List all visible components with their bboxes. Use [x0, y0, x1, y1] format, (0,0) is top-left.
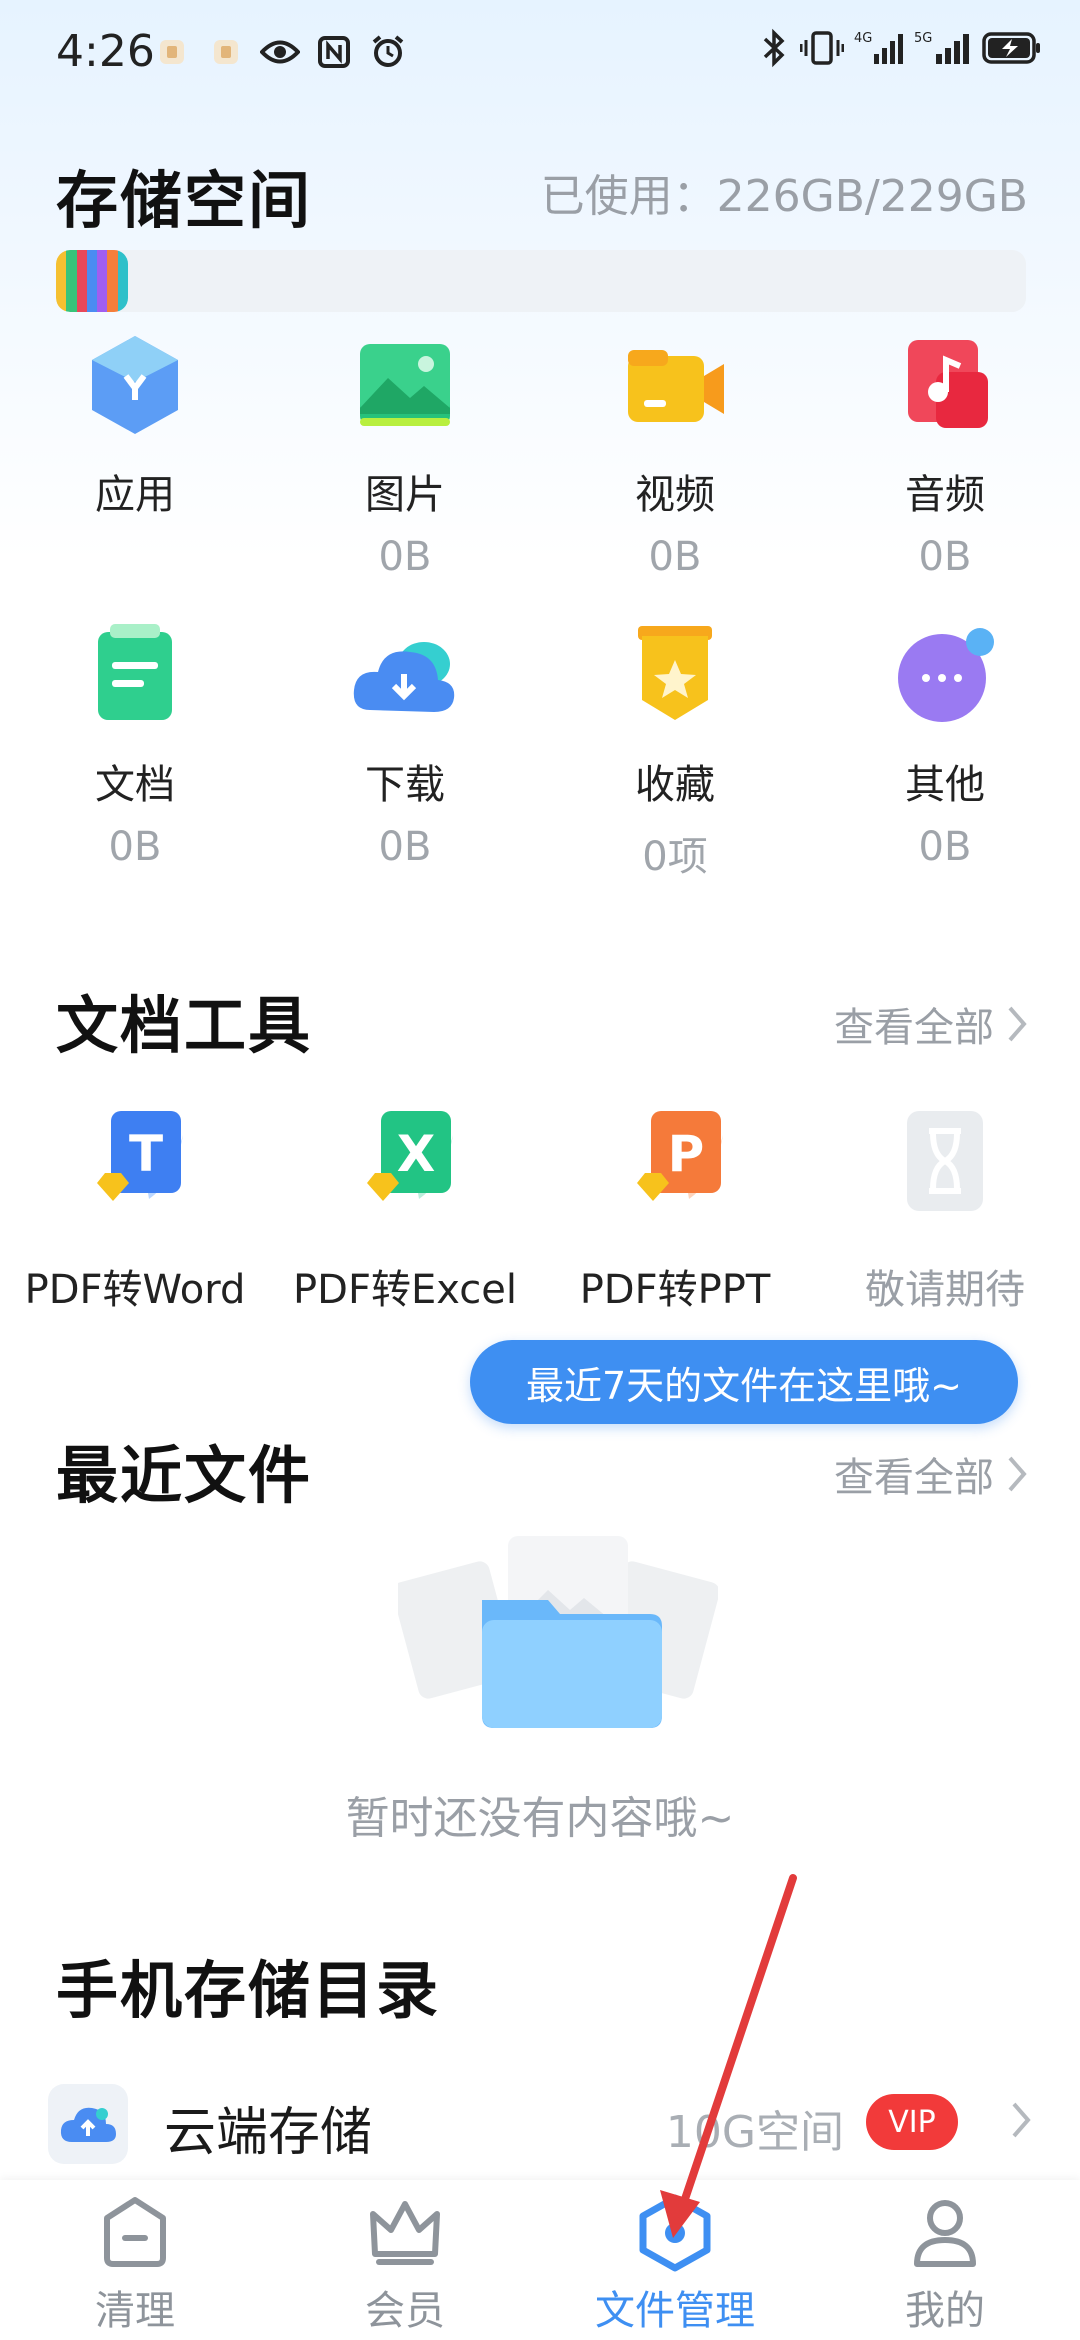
clean-icon — [95, 2192, 175, 2272]
category-images[interactable]: 图片 0B — [270, 330, 540, 582]
apps-icon — [80, 330, 190, 440]
bottom-nav: 清理 会员 文件管理 我的 — [0, 2180, 1080, 2340]
cloud-space-text: 10G空间 — [665, 2107, 844, 2158]
bluetooth-icon — [760, 28, 790, 72]
vibrate-icon — [799, 28, 845, 72]
audio-icon — [890, 330, 1000, 440]
category-audio[interactable]: 音频 0B — [810, 330, 1080, 582]
signal-4g-icon: 4G — [854, 28, 904, 72]
tool-pdf-to-excel[interactable]: X PDF转Excel — [270, 1105, 540, 1315]
tool-pdf-to-ppt[interactable]: P PDF转PPT — [540, 1105, 810, 1315]
category-other[interactable]: 其他 0B — [810, 620, 1080, 872]
tool-pdf-to-word[interactable]: T PDF转Word — [0, 1105, 270, 1315]
chevron-right-icon — [1012, 2102, 1031, 2138]
battery-charging-icon — [982, 28, 1042, 72]
recent-files-title: 最近文件 — [56, 1439, 313, 1512]
svg-text:X: X — [397, 1125, 436, 1183]
category-downloads[interactable]: 下载 0B — [270, 620, 540, 872]
excel-icon: X — [345, 1105, 465, 1225]
file-manager-icon — [635, 2192, 715, 2272]
status-bar: 4:26 4G 5G — [0, 0, 1080, 110]
eye-icon — [260, 32, 300, 72]
category-videos[interactable]: 视频 0B — [540, 330, 810, 582]
doc-tools-title: 文档工具 — [56, 989, 313, 1062]
crown-icon — [365, 2192, 445, 2272]
category-apps[interactable]: 应用 — [0, 330, 270, 582]
storage-title: 存储空间 — [56, 164, 313, 237]
category-documents[interactable]: 文档 0B — [0, 620, 270, 872]
svg-text:P: P — [668, 1125, 705, 1183]
ppt-icon: P — [615, 1105, 735, 1225]
category-favorites[interactable]: 收藏 0项 — [540, 620, 810, 880]
alarm-icon — [368, 32, 408, 72]
cloud-upload-icon — [48, 2084, 128, 2164]
word-icon: T — [75, 1105, 195, 1225]
notification-app-icon — [206, 32, 246, 72]
favorites-icon — [620, 620, 730, 730]
recent-see-all-link[interactable]: 查看全部 — [834, 1445, 1028, 1503]
nav-mine[interactable]: 我的 — [810, 2192, 1080, 2336]
nav-clean[interactable]: 清理 — [0, 2192, 270, 2336]
hourglass-icon — [885, 1105, 1005, 1225]
storage-usage: 已使用：226GB/229GB — [540, 171, 1028, 222]
document-icon — [80, 620, 190, 730]
vip-badge: VIP — [866, 2094, 958, 2150]
signal-5g-icon: 5G — [914, 28, 972, 72]
doc-tools-see-all-link[interactable]: 查看全部 — [834, 995, 1028, 1053]
video-icon — [620, 330, 730, 440]
image-icon — [350, 330, 460, 440]
nav-file-manager[interactable]: 文件管理 — [540, 2192, 810, 2336]
tool-coming-soon: 敬请期待 — [810, 1105, 1080, 1315]
empty-folder-illustration — [392, 1530, 720, 1740]
svg-text:4G: 4G — [854, 31, 872, 46]
more-icon — [890, 620, 1000, 730]
nav-member[interactable]: 会员 — [270, 2192, 540, 2336]
chevron-right-icon — [1008, 1006, 1027, 1042]
download-icon — [350, 620, 460, 730]
chevron-right-icon — [1008, 1456, 1027, 1492]
status-time: 4:26 — [56, 26, 155, 77]
empty-state-text: 暂时还没有内容哦~ — [345, 1793, 735, 1844]
cloud-storage-row[interactable]: 云端存储 10G空间 VIP — [0, 2070, 1080, 2180]
cloud-storage-label: 云端存储 — [164, 2103, 373, 2163]
svg-text:5G: 5G — [914, 31, 932, 46]
notification-app-icon — [152, 32, 192, 72]
phone-storage-title: 手机存储目录 — [56, 1954, 441, 2027]
svg-text:T: T — [129, 1125, 163, 1183]
storage-usage-bar[interactable] — [56, 250, 1026, 312]
recent-files-tooltip[interactable]: 最近7天的文件在这里哦~ — [470, 1340, 1018, 1424]
nfc-icon — [314, 32, 354, 72]
storage-usage-fill — [56, 250, 128, 312]
user-icon — [905, 2192, 985, 2272]
